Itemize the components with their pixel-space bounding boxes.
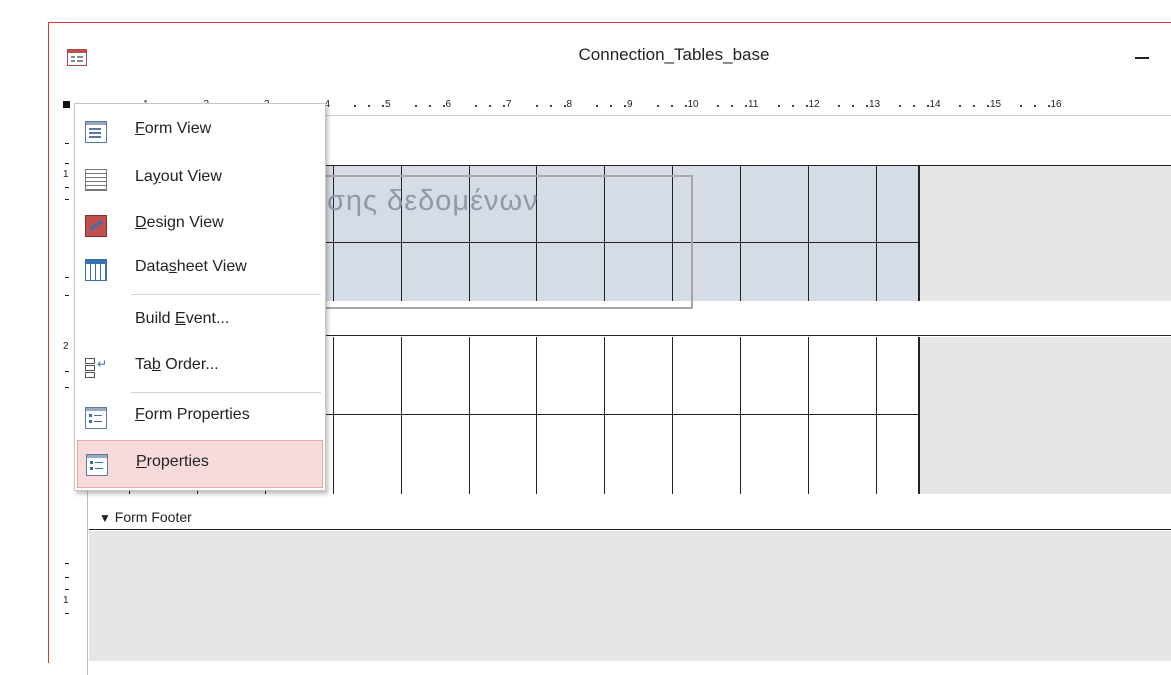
vruler-number: 1 xyxy=(63,169,69,180)
ruler-tick xyxy=(745,105,747,107)
ruler-tick xyxy=(926,105,929,107)
ruler-number: 15 xyxy=(990,99,1002,110)
ruler-tick xyxy=(777,105,780,107)
grid-line xyxy=(740,166,741,301)
ruler-tick xyxy=(987,105,989,107)
ruler-tick xyxy=(382,105,384,107)
grid-line xyxy=(536,337,537,494)
form-footer-section[interactable] xyxy=(89,531,1171,661)
ruler-tick xyxy=(959,105,961,107)
ruler-tick xyxy=(717,105,719,107)
ruler-tick xyxy=(535,105,538,107)
ruler-tick xyxy=(838,105,840,107)
ruler-tick xyxy=(596,105,598,107)
grid-line xyxy=(876,166,877,301)
form-properties-icon xyxy=(85,407,107,429)
grid-line xyxy=(672,337,673,494)
ruler-tick xyxy=(428,105,431,107)
ruler-tick xyxy=(731,105,733,107)
form-footer-bar[interactable]: ▼ Form Footer xyxy=(89,505,1171,530)
ruler-tick xyxy=(1019,105,1022,107)
ruler-number: 8 xyxy=(566,99,573,110)
ruler-number: 16 xyxy=(1050,99,1062,110)
minimize-button[interactable] xyxy=(1135,57,1149,59)
ruler-tick xyxy=(610,105,612,107)
ruler-tick xyxy=(475,105,477,107)
ruler-tick xyxy=(549,105,552,107)
window-title: Connection_Tables_base xyxy=(578,45,770,64)
ruler-number: 13 xyxy=(869,99,881,110)
ruler-number: 5 xyxy=(385,99,391,110)
ruler-number: 10 xyxy=(687,99,699,110)
ruler-number: 11 xyxy=(748,99,759,110)
grid-line xyxy=(876,337,877,494)
ruler-number: 14 xyxy=(929,99,941,110)
menu-separator xyxy=(131,392,321,393)
grid-line xyxy=(808,166,809,301)
chevron-down-icon: ▼ xyxy=(99,511,111,525)
ruler-tick xyxy=(866,105,868,107)
ruler-tick xyxy=(656,105,659,107)
menu-item-tab-order[interactable]: ↵ Tab Order... xyxy=(77,344,323,390)
menu-item-design-view[interactable]: Design View xyxy=(77,202,323,248)
ruler-tick xyxy=(354,105,356,107)
menu-item-form-properties[interactable]: Form Properties xyxy=(77,394,323,440)
ruler-tick xyxy=(442,105,445,107)
layout-view-icon xyxy=(85,169,107,191)
grid-line xyxy=(740,337,741,494)
ruler-tick xyxy=(1047,105,1050,107)
ruler-tick xyxy=(670,105,673,107)
detail-empty-area xyxy=(919,337,1171,494)
grid-line xyxy=(469,337,470,494)
vruler-number: 1 xyxy=(63,595,69,606)
properties-icon xyxy=(86,454,108,476)
ruler-tick xyxy=(973,105,975,107)
title-bar: Connection_Tables_base xyxy=(49,23,1171,89)
ruler-number: 9 xyxy=(627,99,633,110)
ruler-number: 6 xyxy=(445,99,452,110)
menu-item-form-view[interactable]: Form View xyxy=(77,108,323,154)
ruler-tick xyxy=(912,105,915,107)
form-selector[interactable] xyxy=(63,101,70,108)
menu-separator xyxy=(131,294,321,295)
grid-line xyxy=(333,337,334,494)
datasheet-view-icon xyxy=(85,259,107,281)
ruler-tick xyxy=(684,105,687,107)
menu-item-datasheet-view[interactable]: Datasheet View xyxy=(77,246,323,292)
grid-line xyxy=(808,337,809,494)
ruler-number: 7 xyxy=(506,99,512,110)
ruler-tick xyxy=(1033,105,1036,107)
ruler-tick xyxy=(563,105,566,107)
title-label-text[interactable]: σης δεδομένων xyxy=(327,185,539,218)
ruler-tick xyxy=(414,105,417,107)
grid-line xyxy=(401,337,402,494)
design-view-icon xyxy=(85,215,107,237)
ruler-tick xyxy=(898,105,901,107)
ruler-tick xyxy=(624,105,626,107)
ruler-tick xyxy=(852,105,854,107)
context-menu: Form View Layout View Design View Datash… xyxy=(74,103,326,491)
form-view-icon xyxy=(85,121,107,143)
form-footer-label: ▼ Form Footer xyxy=(99,509,192,525)
tab-order-icon: ↵ xyxy=(85,357,107,378)
vruler-number: 2 xyxy=(63,341,69,352)
ruler-tick xyxy=(489,105,491,107)
ruler-tick xyxy=(805,105,808,107)
menu-item-layout-view[interactable]: Layout View xyxy=(77,156,323,202)
header-empty-area xyxy=(919,166,1171,301)
menu-item-build-event[interactable]: Build Event... xyxy=(77,298,323,344)
ruler-number: 12 xyxy=(808,99,820,110)
menu-item-properties[interactable]: Properties xyxy=(77,440,323,488)
ruler-tick xyxy=(503,105,505,107)
ruler-tick xyxy=(791,105,794,107)
ruler-tick xyxy=(368,105,370,107)
grid-line xyxy=(604,337,605,494)
